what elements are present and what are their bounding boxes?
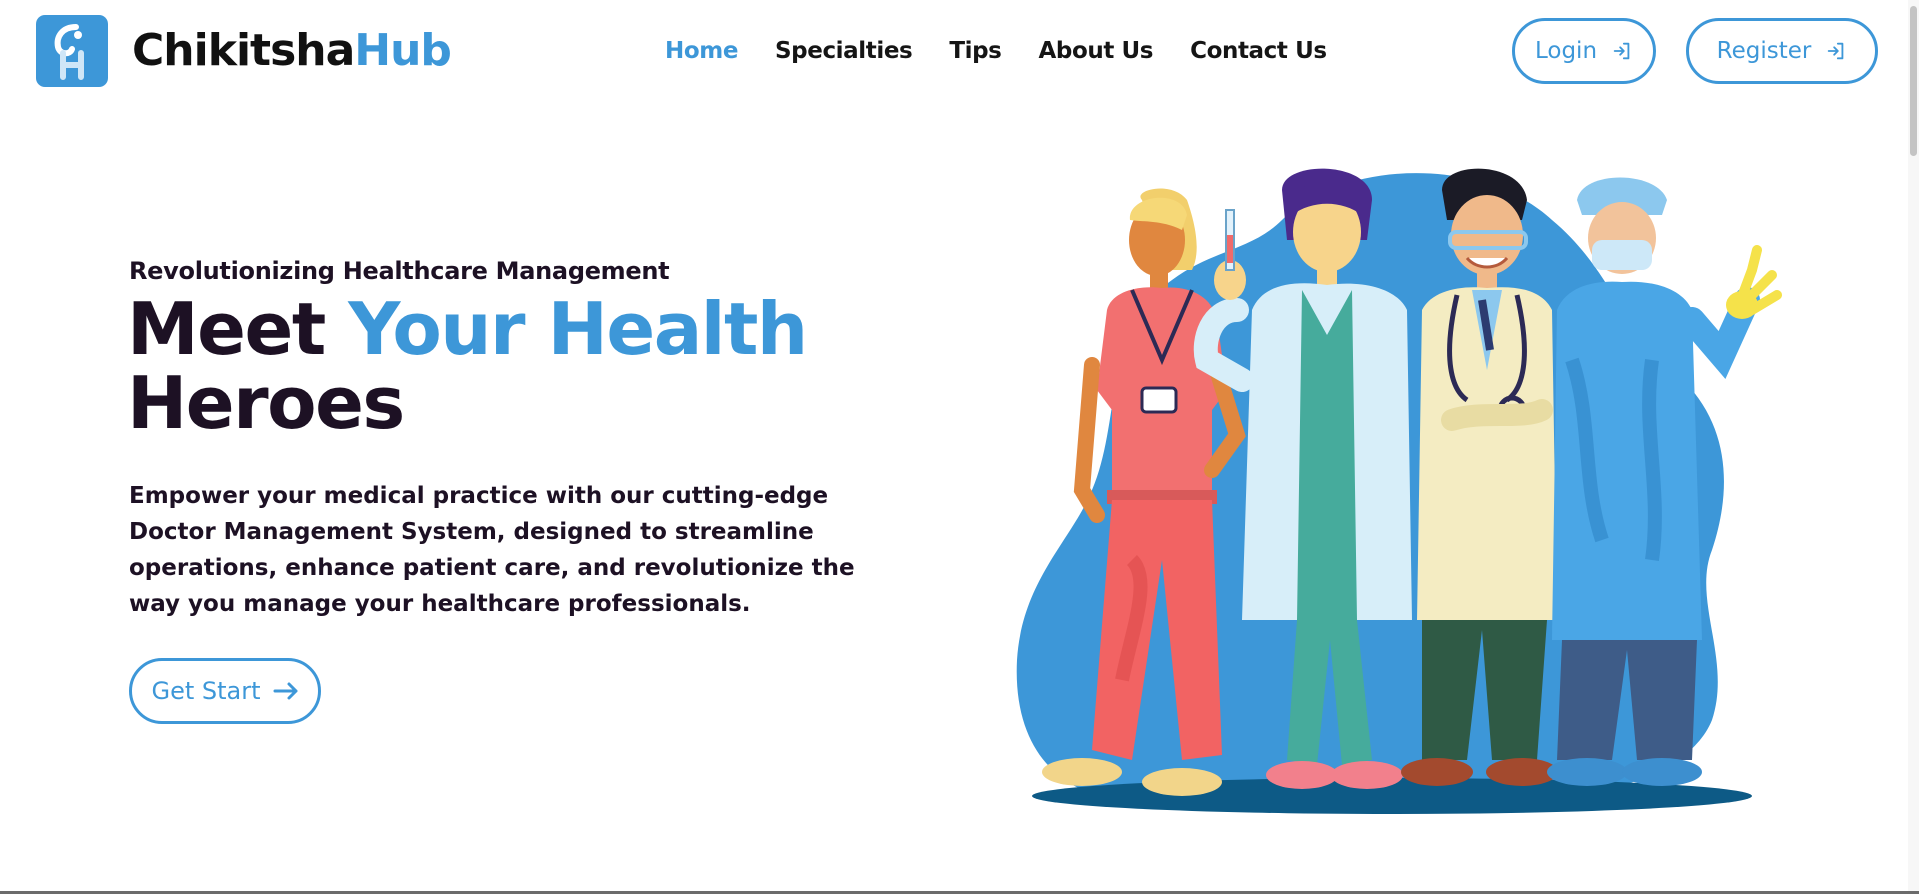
get-start-button[interactable]: Get Start xyxy=(129,658,321,724)
nav-about-us[interactable]: About Us xyxy=(1038,34,1153,68)
login-label: Login xyxy=(1534,38,1598,64)
headline-part-1: Meet xyxy=(127,287,349,371)
brand-name-second: Hub xyxy=(354,25,452,76)
hero-description: Empower your medical practice with our c… xyxy=(129,483,855,617)
scrollbar-thumb[interactable] xyxy=(1910,6,1917,156)
site-header: ChikitshaHub Home Specialties Tips About… xyxy=(0,0,1919,102)
hero-eyebrow: Revolutionizing Healthcare Management xyxy=(129,257,670,285)
sign-in-icon xyxy=(1828,42,1844,60)
ch-logo-icon xyxy=(36,15,108,87)
get-start-label: Get Start xyxy=(151,677,261,705)
nav-contact-us[interactable]: Contact Us xyxy=(1190,34,1327,68)
nav-home[interactable]: Home xyxy=(665,34,738,68)
nav-tips[interactable]: Tips xyxy=(949,34,1002,68)
hero-headline: Meet Your Health Heroes xyxy=(127,292,847,440)
main-nav: Home Specialties Tips About Us Contact U… xyxy=(665,34,1364,68)
nav-specialties[interactable]: Specialties xyxy=(775,34,913,68)
page-scrollbar[interactable] xyxy=(1908,0,1919,894)
login-button[interactable]: Login xyxy=(1512,18,1656,84)
sign-in-icon xyxy=(1613,42,1630,60)
register-label: Register xyxy=(1716,38,1812,64)
arrow-right-icon xyxy=(273,682,298,700)
brand-link[interactable]: ChikitshaHub xyxy=(36,15,452,87)
brand-name-first: Chikitsha xyxy=(132,25,355,76)
headline-part-2: Heroes xyxy=(127,361,405,445)
register-button[interactable]: Register xyxy=(1686,18,1878,84)
healthcare-workers-illustration xyxy=(1016,168,1782,814)
brand-name: ChikitshaHub xyxy=(132,15,452,87)
headline-accent: Your Health xyxy=(348,287,808,371)
